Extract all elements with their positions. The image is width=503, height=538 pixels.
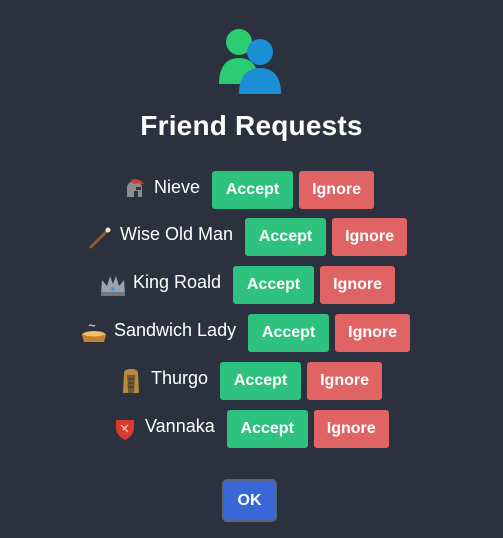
ignore-button[interactable]: Ignore [335, 314, 411, 352]
ignore-button[interactable]: Ignore [313, 410, 389, 448]
ignore-button[interactable]: Ignore [307, 362, 383, 400]
accept-button[interactable]: Accept [212, 171, 294, 209]
friend-request-row: King Roald Accept Ignore [99, 266, 396, 304]
ignore-button[interactable]: Ignore [320, 266, 396, 304]
friend-name: Thurgo [151, 367, 209, 388]
friend-request-row: Thurgo Accept Ignore [117, 362, 383, 400]
accept-button[interactable]: Accept [226, 410, 308, 448]
friend-request-row: Wise Old Man Accept Ignore [86, 218, 408, 256]
ok-button[interactable]: OK [222, 479, 277, 522]
accept-button[interactable]: Accept [220, 362, 302, 400]
friend-name: Nieve [154, 176, 201, 197]
dialog-title: Friend Requests [140, 110, 363, 141]
spartan-helmet-icon [120, 176, 148, 204]
friend-name: King Roald [133, 271, 222, 292]
friend-name: Wise Old Man [120, 223, 234, 244]
magic-wand-icon [86, 223, 114, 251]
crown-icon [99, 271, 127, 299]
friend-name: Vannaka [145, 415, 215, 436]
two-users-icon [219, 29, 281, 94]
friend-requests-dialog: Friend Requests Nieve Accept Ignore Wise… [0, 0, 503, 538]
accept-button[interactable]: Accept [245, 218, 327, 256]
accept-button[interactable]: Accept [248, 314, 330, 352]
friend-request-row: Vannaka Accept Ignore [111, 410, 389, 448]
pie-icon [80, 319, 108, 347]
friend-request-row: Nieve Accept Ignore [120, 171, 375, 209]
accept-button[interactable]: Accept [233, 266, 315, 304]
ignore-button[interactable]: Ignore [332, 218, 408, 256]
red-shield-icon [111, 415, 139, 443]
friend-name: Sandwich Lady [114, 319, 237, 340]
ignore-button[interactable]: Ignore [299, 171, 375, 209]
dwarf-icon [117, 367, 145, 395]
friend-request-row: Sandwich Lady Accept Ignore [80, 314, 411, 352]
